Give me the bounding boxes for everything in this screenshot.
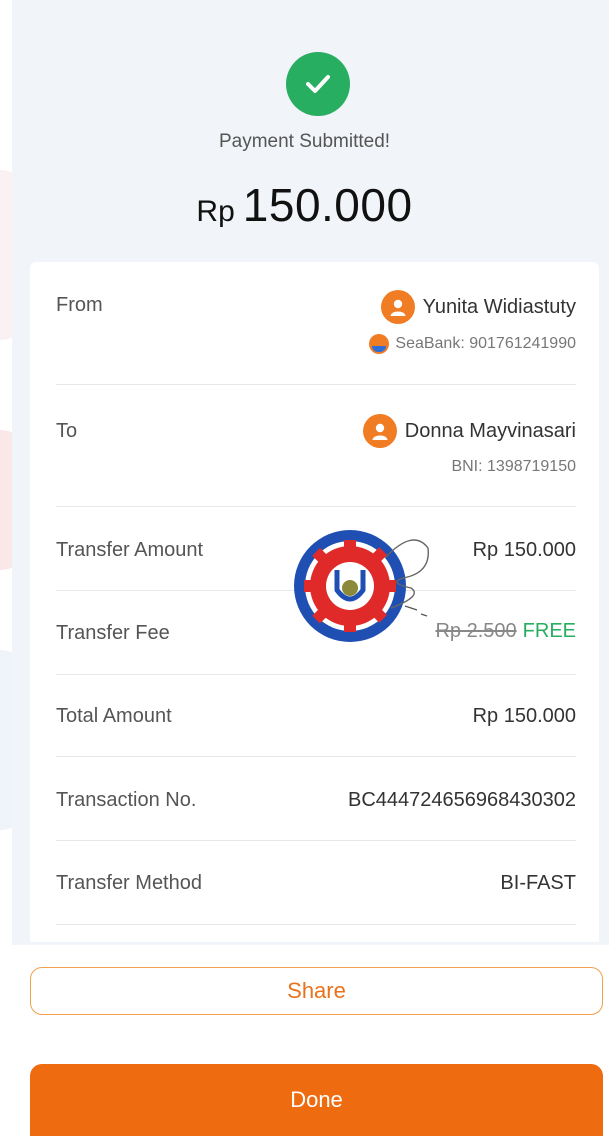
total-amount-label: Total Amount <box>56 705 172 727</box>
transfer-method-value: BI-FAST <box>500 872 576 894</box>
from-row: From Yunita Widiastuty SeaBank: 90176124… <box>56 282 576 385</box>
status-title: Payment Submitted! <box>218 131 391 152</box>
to-row: To Donna Mayvinasari BNI: 1398719150 <box>56 384 576 507</box>
success-check-icon <box>286 52 350 116</box>
sender-avatar-icon <box>380 290 415 324</box>
transfer-amount-value: Rp 150.000 <box>472 539 576 561</box>
currency-label: Rp <box>196 195 235 228</box>
transfer-fee-label: Transfer Fee <box>56 622 170 644</box>
recipient-avatar-icon <box>362 414 397 448</box>
recipient-bank-account: BNI: 1398719150 <box>451 458 576 475</box>
sender-bank-account: SeaBank: 901761241990 <box>395 335 576 352</box>
amount-value: 150.000 <box>242 179 413 231</box>
sender-name: Yunita Widiastuty <box>422 295 576 318</box>
transaction-no-row: Transaction No. BC444724656968430302 <box>56 756 576 841</box>
total-amount-row: Total Amount Rp 150.000 <box>56 674 576 757</box>
transaction-no-value: BC444724656968430302 <box>348 789 576 811</box>
original-fee: Rp 2.500 <box>435 620 517 642</box>
from-party: Yunita Widiastuty SeaBank: 901761241990 <box>369 290 576 354</box>
transaction-no-label: Transaction No. <box>56 789 197 811</box>
done-button[interactable]: Done <box>30 1064 603 1136</box>
total-amount-value: Rp 150.000 <box>472 705 576 727</box>
free-fee-badge: FREE <box>522 620 576 642</box>
seabank-logo-icon <box>369 334 390 354</box>
transfer-fee-value: Rp 2.500 FREE <box>435 620 576 643</box>
recipient-name: Donna Mayvinasari <box>404 419 576 442</box>
share-button[interactable]: Share <box>30 967 603 1015</box>
to-label: To <box>56 420 78 442</box>
to-party: Donna Mayvinasari BNI: 1398719150 <box>362 414 576 476</box>
transfer-method-label: Transfer Method <box>56 872 202 894</box>
transfer-amount-label: Transfer Amount <box>56 539 204 561</box>
from-label: From <box>56 294 103 316</box>
payment-amount: Rp 150.000 <box>0 178 609 232</box>
transfer-method-row: Transfer Method BI-FAST <box>56 840 576 925</box>
official-stamp-icon <box>293 528 433 648</box>
